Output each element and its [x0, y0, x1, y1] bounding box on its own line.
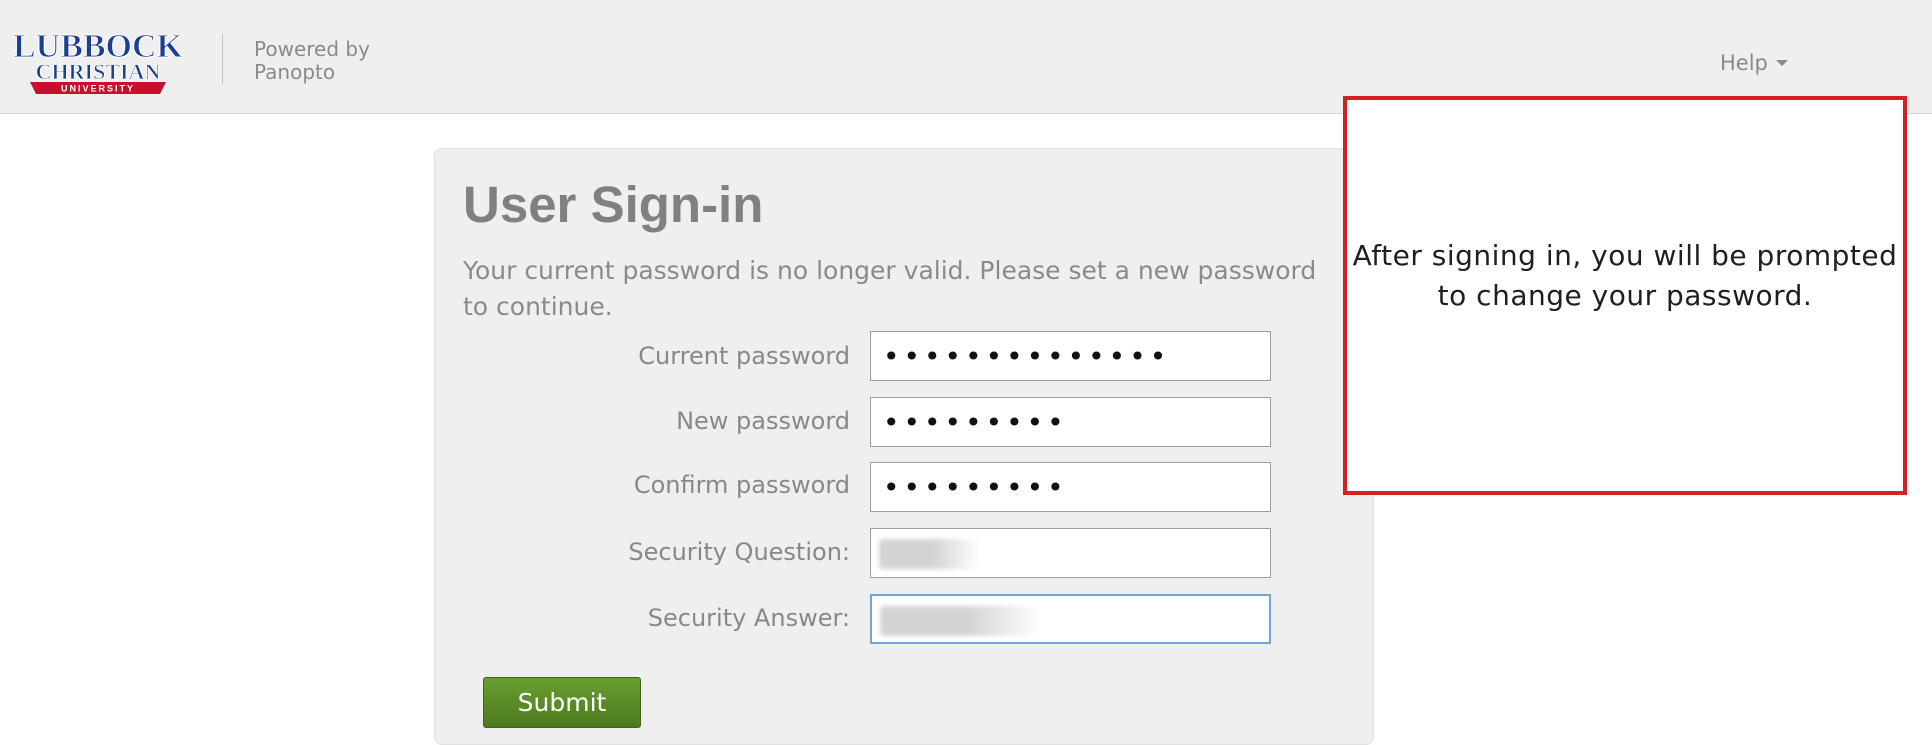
current-password-field[interactable]: ••••••••••••••: [870, 331, 1271, 381]
help-menu[interactable]: Help: [1720, 51, 1788, 75]
security-answer-field[interactable]: [870, 594, 1271, 644]
brand-divider: [222, 34, 223, 84]
confirm-password-label: Confirm password: [633, 471, 850, 499]
current-password-label: Current password: [638, 342, 850, 370]
password-expired-message: Your current password is no longer valid…: [463, 256, 1317, 321]
panopto-label: Panopto: [254, 60, 336, 84]
security-question-field[interactable]: [870, 528, 1271, 578]
page-title: User Sign-in: [463, 176, 764, 233]
submit-button[interactable]: Submit: [483, 677, 641, 728]
confirm-password-masked-value: •••••••••: [883, 471, 1068, 504]
new-password-masked-value: •••••••••: [883, 406, 1068, 439]
security-question-redacted-value: [879, 539, 979, 569]
instruction-callout: After signing in, you will be prompted t…: [1343, 96, 1907, 495]
lubbock-christian-university-logo[interactable]: LUBBOCK CHRISTIAN UNIVERSITY: [10, 24, 186, 100]
confirm-password-field[interactable]: •••••••••: [870, 462, 1271, 512]
security-answer-label: Security Answer:: [647, 604, 850, 632]
callout-text: After signing in, you will be prompted t…: [1352, 239, 1898, 312]
help-label[interactable]: Help: [1720, 51, 1768, 75]
new-password-label: New password: [676, 407, 850, 435]
chevron-down-icon[interactable]: [1775, 60, 1788, 66]
new-password-field[interactable]: •••••••••: [870, 397, 1271, 447]
security-question-label: Security Question:: [628, 538, 850, 566]
logo-wordmark-university: UNIVERSITY: [61, 84, 135, 94]
powered-by-label: Powered by: [254, 37, 370, 61]
powered-by-panopto: Powered by Panopto: [254, 38, 370, 84]
current-password-masked-value: ••••••••••••••: [883, 340, 1171, 373]
logo-wordmark-christian: CHRISTIAN: [36, 59, 161, 84]
security-answer-redacted-value: [880, 606, 1040, 636]
